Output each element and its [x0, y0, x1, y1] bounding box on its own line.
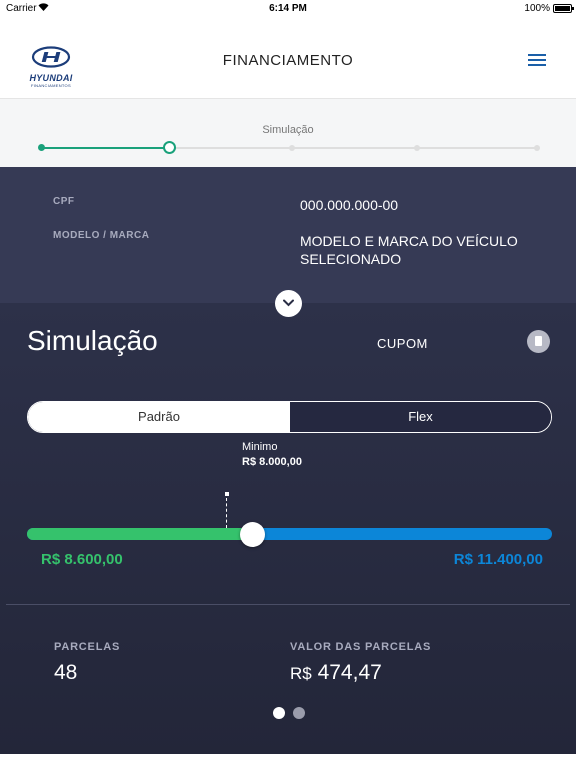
progress-stepper: Simulação [0, 98, 576, 167]
app-header: HYUNDAI FINANCIAMENTOS FINANCIAMENTO [0, 16, 576, 98]
installment-currency: R$ [290, 664, 312, 683]
section-divider [6, 604, 570, 605]
installment-amount: 474,47 [317, 661, 382, 684]
model-value-line2: SELECIONADO [300, 251, 402, 267]
value-slider-thumb[interactable] [240, 522, 266, 547]
expand-button[interactable] [275, 290, 302, 317]
coupon-button[interactable] [527, 330, 550, 353]
model-label: MODELO / MARCA [53, 230, 150, 241]
installment-value-label: VALOR DAS PARCELAS [290, 641, 432, 653]
minimum-value: R$ 8.000,00 [242, 456, 302, 468]
step-2-current [163, 141, 176, 154]
hamburger-menu-icon[interactable] [528, 54, 550, 70]
battery-icon [553, 4, 574, 13]
model-value-line1: MODELO E MARCA DO VEÍCULO [300, 233, 518, 249]
chevron-down-icon [283, 299, 294, 307]
status-bar: Carrier 6:14 PM 100% [0, 0, 576, 16]
simulation-section: Simulação CUPOM Padrão Flex Minimo R$ 8.… [0, 303, 576, 754]
bottom-bar [0, 754, 576, 768]
installments-label: PARCELAS [54, 641, 121, 653]
cpf-value: 000.000.000-00 [300, 197, 399, 213]
page-title: FINANCIAMENTO [222, 52, 354, 69]
coupon-label: CUPOM [377, 336, 428, 351]
minimum-marker-line [226, 498, 227, 528]
coupon-icon [535, 336, 542, 346]
simulation-title: Simulação [27, 325, 158, 356]
step-1-dot [38, 144, 45, 151]
cpf-label: CPF [53, 196, 75, 207]
clock: 6:14 PM [269, 3, 307, 14]
battery-percent: 100% [524, 3, 550, 14]
toggle-padrao[interactable]: Padrão [28, 402, 290, 432]
installments-value: 48 [54, 661, 78, 684]
step-4-dot [414, 145, 420, 151]
step-3-dot [289, 145, 295, 151]
step-line-pending [170, 147, 537, 149]
logo-text: HYUNDAI [29, 73, 73, 83]
slider-min-value: R$ 8.600,00 [41, 551, 123, 568]
installment-value: R$ 474,47 [290, 661, 382, 685]
value-slider-fill [27, 528, 253, 540]
minimum-marker [225, 492, 229, 496]
page-dot-1[interactable] [273, 707, 285, 719]
plan-toggle: Padrão Flex [27, 401, 552, 433]
logo-subtext: FINANCIAMENTOS [31, 83, 71, 88]
value-slider-track[interactable] [27, 528, 552, 540]
slider-max-value: R$ 11.400,00 [453, 551, 543, 568]
page-dot-2[interactable] [293, 707, 305, 719]
step-5-dot [534, 145, 540, 151]
minimum-label: Minimo [242, 441, 278, 453]
toggle-flex[interactable]: Flex [290, 402, 551, 432]
customer-info-panel: CPF 000.000.000-00 MODELO / MARCA MODELO… [0, 167, 576, 303]
step-line-completed [41, 147, 169, 149]
step-label: Simulação [262, 124, 314, 136]
